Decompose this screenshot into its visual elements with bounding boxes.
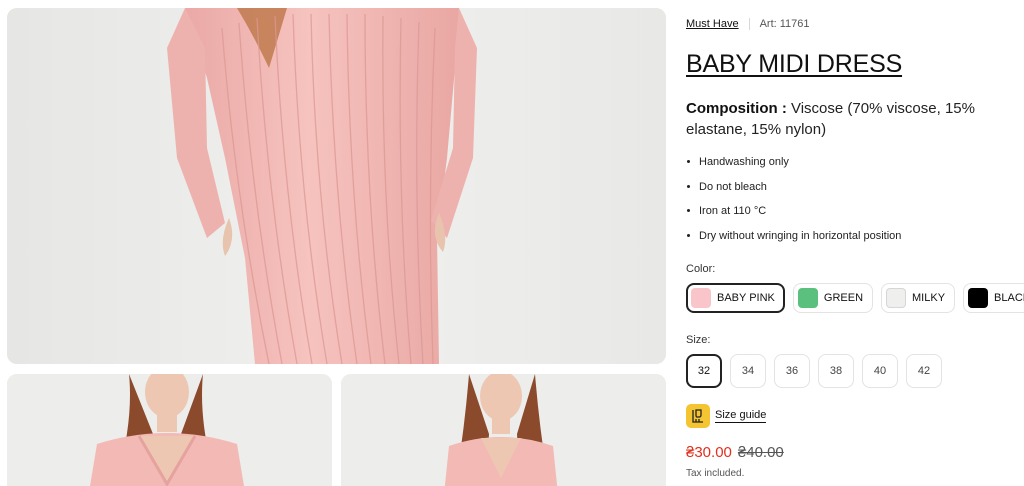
collection-link[interactable]: Must Have (686, 18, 739, 30)
price-block: ₴30.00 ₴40.00 (686, 444, 784, 461)
current-price: ₴30.00 (686, 444, 732, 461)
color-option-green[interactable]: GREEN (792, 283, 874, 313)
size-option[interactable]: 32 (686, 354, 722, 388)
breadcrumb: Must Have Art: 11761 (686, 18, 810, 30)
color-option-milky[interactable]: MILKY (881, 283, 956, 313)
dress-front-image (7, 374, 332, 486)
color-option-baby-pink[interactable]: BABY PINK (686, 283, 785, 313)
size-guide-button[interactable]: Size guide (686, 404, 767, 428)
color-chip (886, 288, 907, 308)
color-option-label: MILKY (912, 292, 946, 304)
care-instructions-list: Handwashing only Do not bleach Iron at 1… (686, 154, 901, 252)
composition-label: Composition : (686, 100, 787, 117)
care-item: Handwashing only (686, 154, 901, 179)
color-option-label: BABY PINK (717, 292, 775, 304)
size-option[interactable]: 40 (862, 354, 898, 388)
dress-side-image (341, 374, 666, 486)
color-option-label: BLACK (994, 292, 1024, 304)
size-option[interactable]: 42 (906, 354, 942, 388)
size-guide-label: Size guide (715, 409, 767, 423)
color-chip (797, 288, 818, 308)
color-label: Color: (686, 263, 716, 275)
color-chip (691, 288, 711, 308)
old-price: ₴40.00 (737, 444, 784, 461)
color-option-black[interactable]: BLACK (963, 283, 1024, 313)
size-option[interactable]: 38 (818, 354, 854, 388)
product-photo-front[interactable] (7, 374, 332, 486)
product-info-panel: Must Have Art: 11761 BABY MIDI DRESS Com… (686, 0, 1024, 486)
size-option[interactable]: 34 (730, 354, 766, 388)
article-number: Art: 11761 (759, 18, 810, 30)
size-option[interactable]: 36 (774, 354, 810, 388)
composition-text: Composition : Viscose (70% viscose, 15% … (686, 98, 1018, 140)
size-label: Size: (686, 334, 711, 346)
product-photo-main[interactable] (7, 8, 666, 364)
size-guide-icon (686, 404, 710, 428)
care-item: Do not bleach (686, 179, 901, 204)
care-item: Iron at 110 °C (686, 203, 901, 228)
product-gallery (0, 0, 672, 486)
color-selector: BABY PINK GREEN MILKY BLACK (686, 283, 1024, 313)
tax-note: Tax included. (686, 468, 745, 479)
product-photo-side[interactable] (341, 374, 666, 486)
care-item: Dry without wringing in horizontal posit… (686, 228, 901, 253)
color-option-label: GREEN (823, 292, 864, 304)
dress-back-image (7, 8, 666, 364)
size-selector: 32 34 36 38 40 42 (686, 354, 942, 388)
color-chip (968, 288, 989, 308)
breadcrumb-divider (748, 18, 750, 30)
product-title: BABY MIDI DRESS (686, 50, 903, 78)
